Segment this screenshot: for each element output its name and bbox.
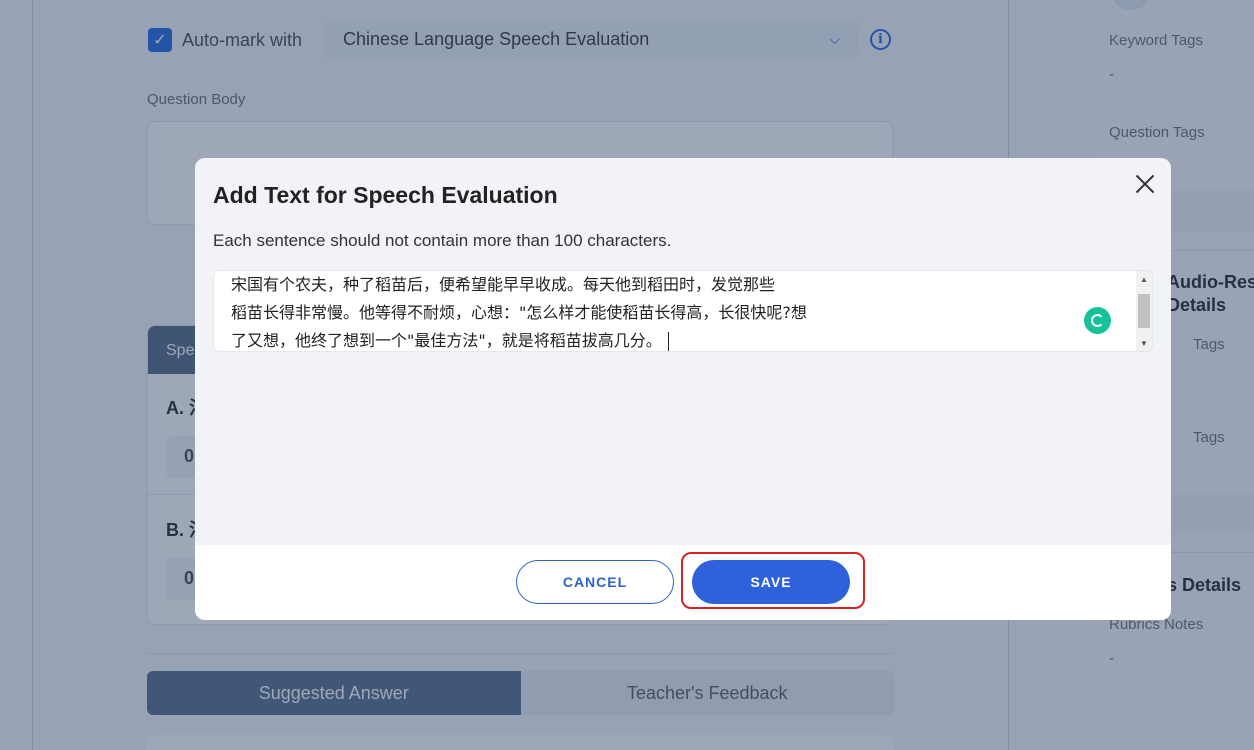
close-icon[interactable] (1133, 172, 1157, 196)
textarea-scrollbar[interactable]: ▲ ▼ (1136, 271, 1152, 351)
scroll-up-icon[interactable]: ▲ (1140, 275, 1148, 284)
scroll-down-icon[interactable]: ▼ (1140, 339, 1148, 348)
grammar-check-icon[interactable] (1084, 307, 1111, 334)
cancel-button[interactable]: CANCEL (516, 560, 674, 604)
speech-text-content: 宋国有个农夫，种了稻苗后，便希望能早早收成。每天他到稻田时，发觉那些 稻苗长得非… (231, 275, 807, 350)
speech-text-dialog: Add Text for Speech Evaluation Each sent… (195, 158, 1171, 620)
speech-text-value: 宋国有个农夫，种了稻苗后，便希望能早早收成。每天他到稻田时，发觉那些 稻苗长得非… (231, 271, 881, 351)
text-caret (667, 331, 669, 351)
dialog-footer: CANCEL SAVE (195, 545, 1171, 620)
save-button[interactable]: SAVE (692, 560, 850, 604)
dialog-title: Add Text for Speech Evaluation (213, 182, 558, 208)
scrollbar-thumb[interactable] (1138, 294, 1150, 328)
dialog-instructions: Each sentence should not contain more th… (213, 231, 672, 250)
speech-text-input[interactable]: 宋国有个农夫，种了稻苗后，便希望能早早收成。每天他到稻田时，发觉那些 稻苗长得非… (213, 270, 1153, 352)
